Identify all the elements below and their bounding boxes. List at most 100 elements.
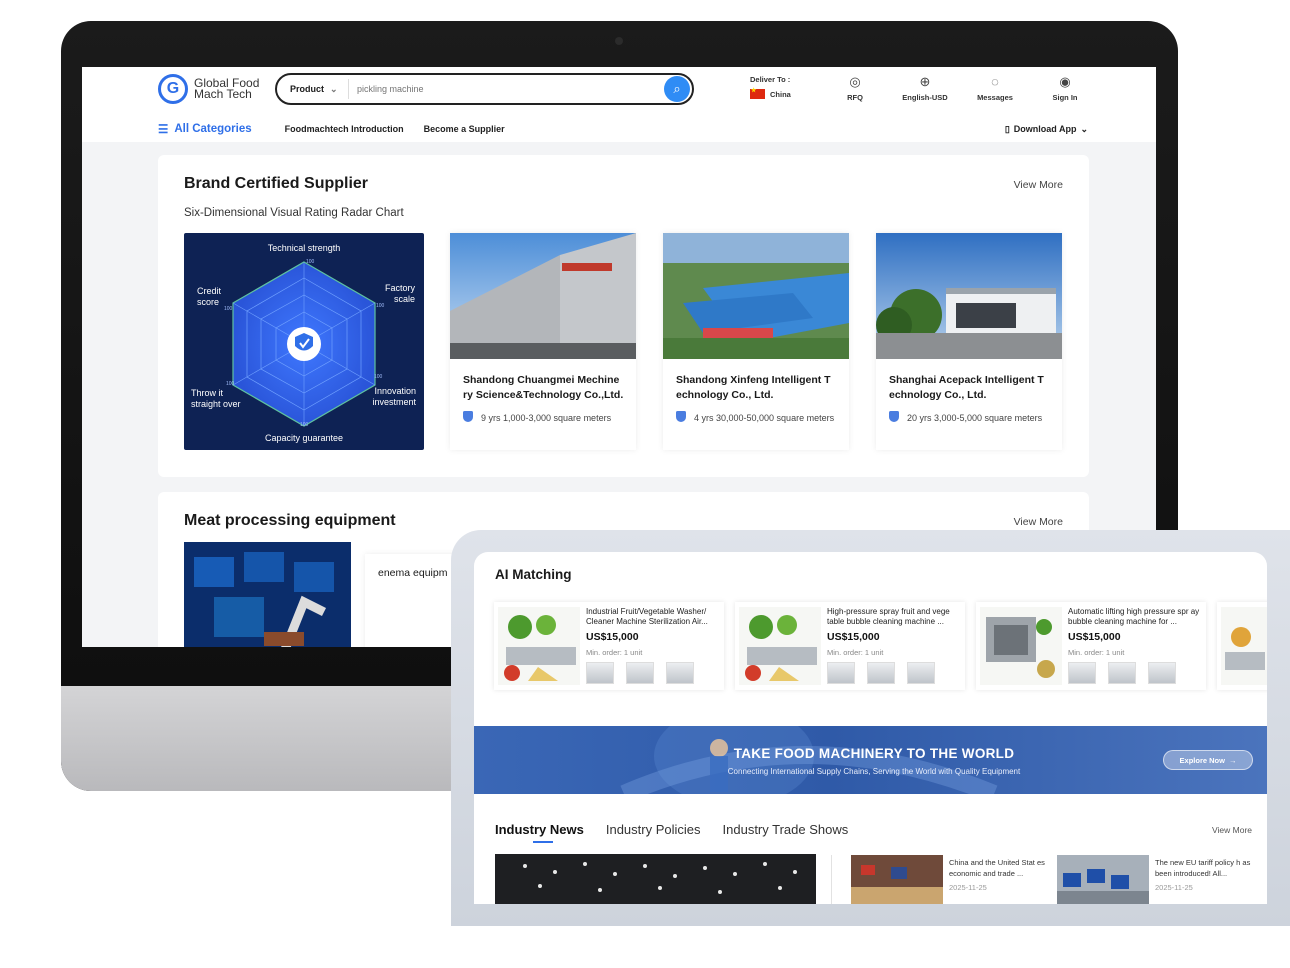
news-featured-image[interactable]	[495, 854, 816, 904]
product-thumbnail[interactable]	[907, 662, 935, 684]
product-thumbnails	[586, 662, 694, 684]
supplier-card[interactable]: Shandong Xinfeng Intelligent T echnology…	[663, 233, 849, 450]
messages-button[interactable]: ◌ Messages	[960, 75, 1030, 103]
product-min-order: Min. order: 1 unit	[827, 648, 884, 657]
supplier-name: Shanghai Acepack Intelligent T echnology…	[889, 374, 1044, 401]
radar-graphic: 100 100 100 100 100 100	[224, 259, 385, 428]
banner-subtitle: Connecting International Supply Chains, …	[727, 767, 1021, 776]
product-thumbnail[interactable]	[867, 662, 895, 684]
tab-industry-trade-shows[interactable]: Industry Trade Shows	[723, 822, 849, 837]
header-tools: Deliver To : China ◎ RFQ ⊕ English-USD ◌ Me…	[750, 75, 1100, 102]
china-flag-icon	[750, 87, 765, 99]
language-currency-button[interactable]: ⊕ English-USD	[890, 74, 960, 103]
supplier-photo	[450, 233, 636, 359]
view-more-link[interactable]: View More	[1014, 516, 1063, 528]
site-logo[interactable]: G Global Food Mach Tech	[158, 74, 259, 104]
svg-text:100: 100	[374, 374, 383, 380]
banner-title: TAKE FOOD MACHINERY TO THE WORLD	[733, 746, 1015, 761]
product-price: US$15,000	[1068, 631, 1121, 643]
product-thumbnail[interactable]	[666, 662, 694, 684]
search-bar: Product ⌄ ⌕	[275, 73, 694, 105]
ai-product-card[interactable]: Automatic lifting high pressure spr ay b…	[976, 602, 1206, 690]
globe-icon: ⊕	[919, 74, 931, 89]
product-image	[1221, 607, 1267, 685]
all-categories-button[interactable]: ☰ All Categories	[158, 122, 252, 136]
arrow-right-icon: →	[1228, 755, 1237, 765]
product-image	[980, 607, 1062, 685]
radar-label-credit: Credit score	[197, 286, 222, 307]
phone-icon: ▯	[1004, 123, 1010, 134]
language-label: English-USD	[902, 93, 948, 102]
product-price: US$15,000	[586, 631, 639, 643]
ai-product-card[interactable]	[1217, 602, 1267, 690]
news-divider	[831, 855, 832, 904]
ai-product-card[interactable]: Industrial Fruit/Vegetable Washer/ Clean…	[494, 602, 724, 690]
messages-label: Messages	[977, 93, 1013, 102]
news-item[interactable]: The new EU tariff policy h as been intro…	[1057, 855, 1257, 904]
logo-text: Global Food Mach Tech	[194, 77, 259, 101]
news-title: China and the United Stat es economic an…	[949, 858, 1045, 878]
sign-in-button[interactable]: ◉ Sign In	[1030, 75, 1100, 103]
rfq-label: RFQ	[847, 93, 863, 102]
supplier-photo	[663, 233, 849, 359]
supplier-meta-text: 9 yrs 1,000-3,000 square meters	[481, 413, 612, 423]
deliver-to[interactable]: Deliver To : China	[750, 75, 810, 102]
section-title: Meat processing equipment	[184, 512, 396, 529]
download-app-button[interactable]: ▯ Download App ⌄	[1005, 124, 1088, 135]
product-image	[498, 607, 580, 685]
product-thumbnail[interactable]	[626, 662, 654, 684]
site-header: G Global Food Mach Tech Product ⌄ ⌕ Deli…	[82, 67, 1156, 142]
view-more-link[interactable]: View More	[1014, 179, 1063, 191]
rfq-icon: ◎	[849, 74, 861, 89]
download-app-label: Download App	[1013, 124, 1077, 134]
search-category-label: Product	[290, 84, 325, 94]
news-title: The new EU tariff policy h as been intro…	[1155, 858, 1251, 878]
news-item[interactable]: China and the United Stat es economic an…	[851, 855, 1051, 904]
radar-chart: 100 100 100 100 100 100 Technical streng…	[184, 233, 424, 450]
meat-category-image[interactable]	[184, 542, 351, 647]
product-thumbnail[interactable]	[1068, 662, 1096, 684]
tablet-screen: AI Matching Industrial Fruit/Vegetable W…	[474, 552, 1267, 904]
verified-shield-icon	[463, 411, 473, 422]
product-thumbnails	[1068, 662, 1176, 684]
news-view-more-link[interactable]: View More	[1212, 825, 1252, 835]
brand-certified-section: Brand Certified Supplier View More Six-D…	[158, 155, 1089, 477]
verified-shield-icon	[889, 411, 899, 422]
supplier-meta-text: 20 yrs 3,000-5,000 square meters	[907, 413, 1043, 423]
news-tabs: Industry News Industry Policies Industry…	[495, 822, 849, 843]
tab-industry-news[interactable]: Industry News	[495, 822, 584, 843]
tab-industry-policies[interactable]: Industry Policies	[606, 822, 701, 837]
camera-dot	[615, 37, 623, 45]
radar-label-throw: Throw it straight over	[191, 388, 241, 409]
product-thumbnail[interactable]	[586, 662, 614, 684]
supplier-card[interactable]: Shandong Chuangmei Mechine ry Science&Te…	[450, 233, 636, 450]
list-icon: ☰	[158, 124, 169, 136]
ai-product-card[interactable]: High-pressure spray fruit and vege table…	[735, 602, 965, 690]
supplier-card[interactable]: Shanghai Acepack Intelligent T echnology…	[876, 233, 1062, 450]
deliver-country: China	[770, 89, 791, 99]
nav-link-introduction[interactable]: Foodmachtech Introduction	[285, 124, 404, 134]
chevron-down-icon: ⌄	[1080, 123, 1088, 134]
news-thumbnail	[1057, 855, 1149, 904]
nav-link-become-supplier[interactable]: Become a Supplier	[424, 124, 505, 134]
ai-matching-title: AI Matching	[495, 567, 572, 582]
product-thumbnail[interactable]	[827, 662, 855, 684]
logo-line2: Mach Tech	[194, 87, 252, 101]
promo-banner: TAKE FOOD MACHINERY TO THE WORLD Connect…	[474, 726, 1267, 794]
explore-now-button[interactable]: Explore Now →	[1163, 750, 1253, 770]
product-thumbnail[interactable]	[1108, 662, 1136, 684]
device-mockup: G Global Food Mach Tech Product ⌄ ⌕ Deli…	[0, 0, 1290, 968]
rfq-button[interactable]: ◎ RFQ	[820, 74, 890, 103]
radar-label-technical: Technical strength	[267, 243, 341, 253]
news-date: 2025-11-25	[1155, 883, 1193, 892]
product-thumbnail[interactable]	[1148, 662, 1176, 684]
supplier-meta-text: 4 yrs 30,000-50,000 square meters	[694, 413, 835, 423]
search-category-select[interactable]: Product ⌄	[277, 79, 349, 99]
svg-text:100: 100	[300, 422, 309, 428]
supplier-meta: 20 yrs 3,000-5,000 square meters	[889, 411, 1054, 425]
supplier-meta: 9 yrs 1,000-3,000 square meters	[463, 411, 628, 425]
search-input[interactable]	[349, 84, 664, 94]
section-title: Brand Certified Supplier	[184, 175, 369, 192]
search-button[interactable]: ⌕	[664, 76, 690, 102]
supplier-meta: 4 yrs 30,000-50,000 square meters	[676, 411, 841, 425]
